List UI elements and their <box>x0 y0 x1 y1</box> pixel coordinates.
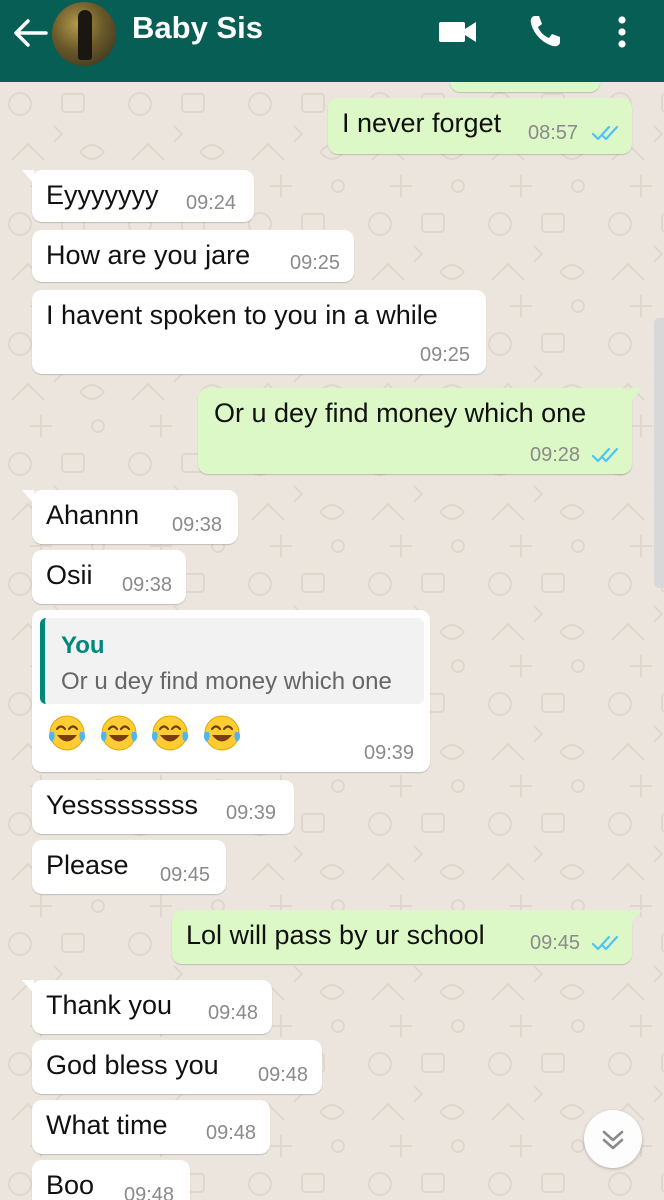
message-bubble-incoming[interactable]: How are you jare 09:25 <box>32 230 354 282</box>
message-time: 09:25 <box>290 252 341 274</box>
message-bubble-incoming[interactable]: I havent spoken to you in a while 09:25 <box>32 290 486 374</box>
message-text: How are you jare <box>46 240 251 270</box>
message-bubble-incoming[interactable]: Eyyyyyyy 09:24 <box>22 170 254 222</box>
double-check-read-icon <box>592 125 619 141</box>
message-text: Yesssssssss <box>46 790 199 820</box>
message-time: 09:39 <box>226 802 277 824</box>
message-bubble-incoming[interactable]: Osii 09:38 <box>32 550 186 604</box>
back-arrow-icon <box>14 19 48 47</box>
message-list[interactable]: I never forget 08:57 Eyyyyyyy 09:24 How … <box>0 82 664 1200</box>
message-text: Please <box>46 850 129 880</box>
message-bubble-outgoing[interactable]: I never forget 08:57 <box>328 98 632 154</box>
quoted-text: Or u dey find money which one <box>61 668 392 695</box>
quoted-message[interactable]: You Or u dey find money which one <box>40 618 424 704</box>
double-check-read-icon <box>592 935 619 951</box>
message-time: 09:24 <box>186 192 237 214</box>
double-chevron-down-icon <box>602 1130 624 1150</box>
scrollbar[interactable] <box>654 318 664 588</box>
contact-avatar[interactable] <box>52 2 116 66</box>
message-bubble-outgoing[interactable]: Lol will pass by ur school 09:45 <box>172 910 642 964</box>
message-time: 09:48 <box>258 1064 309 1086</box>
message-time: 09:39 <box>364 742 415 764</box>
message-time: 09:38 <box>122 574 173 596</box>
message-bubble-incoming[interactable]: Boo 09:48 <box>32 1160 190 1200</box>
message-bubble-incoming[interactable]: Ahannn 09:38 <box>22 490 238 544</box>
avatar-figure <box>78 10 92 60</box>
more-options-icon <box>618 16 626 48</box>
video-call-icon <box>439 22 476 42</box>
message-text: Ahannn <box>46 500 140 530</box>
message-text: God bless you <box>46 1050 219 1080</box>
message-bubble-incoming[interactable]: God bless you 09:48 <box>32 1040 322 1094</box>
message-time: 09:28 <box>530 444 581 466</box>
message-time: 08:57 <box>528 122 579 144</box>
tears-of-joy-icon <box>100 715 137 751</box>
tears-of-joy-icon <box>151 715 189 751</box>
message-time: 09:45 <box>160 864 211 886</box>
message-text: Boo <box>46 1170 95 1200</box>
message-bubble-incoming[interactable]: Please 09:45 <box>32 840 226 894</box>
message-text: Osii <box>46 560 93 590</box>
message-time: 09:48 <box>124 1184 175 1200</box>
message-text: Eyyyyyyy <box>46 180 159 210</box>
bubble-tail <box>22 170 34 184</box>
bubble-tail <box>22 490 34 504</box>
message-text: What time <box>46 1110 168 1140</box>
message-time: 09:45 <box>530 932 581 954</box>
back-button[interactable] <box>10 16 50 50</box>
message-time: 09:48 <box>206 1122 257 1144</box>
message-text: Lol will pass by ur school <box>186 920 485 950</box>
double-check-read-icon <box>592 447 619 463</box>
chat-header: Baby Sis <box>0 0 664 82</box>
contact-name[interactable]: Baby Sis <box>132 10 263 46</box>
message-bubble-incoming[interactable]: Thank you 09:48 <box>22 980 272 1034</box>
message-text: Or u dey find money which one <box>214 398 587 428</box>
message-text: I havent spoken to you in a while <box>46 300 438 330</box>
voice-call-button[interactable] <box>524 12 568 52</box>
bubble-tail <box>630 910 642 924</box>
bubble-tail <box>630 388 642 402</box>
message-bubble-reply[interactable]: You Or u dey find money which one 09:39 <box>32 610 430 772</box>
message-bubble-outgoing[interactable]: Or u dey find money which one 09:28 <box>198 388 642 474</box>
message-time: 09:38 <box>172 514 223 536</box>
tears-of-joy-icon <box>203 715 240 751</box>
message-text: I never forget <box>342 108 502 138</box>
bubble-tail <box>22 980 34 994</box>
message-bubble-incoming[interactable]: What time 09:48 <box>32 1100 270 1154</box>
phone-call-icon <box>530 16 560 47</box>
more-options-button[interactable] <box>604 12 640 52</box>
previous-message-edge <box>450 82 600 92</box>
scroll-to-bottom-button[interactable] <box>584 1110 642 1168</box>
tears-of-joy-icon <box>48 715 86 751</box>
message-text <box>46 712 245 758</box>
quoted-author: You <box>61 632 105 659</box>
message-bubble-incoming[interactable]: Yesssssssss 09:39 <box>32 780 294 834</box>
message-time: 09:48 <box>208 1002 259 1024</box>
message-time: 09:25 <box>420 344 471 366</box>
message-text: Thank you <box>46 990 173 1020</box>
video-call-button[interactable] <box>436 12 480 52</box>
